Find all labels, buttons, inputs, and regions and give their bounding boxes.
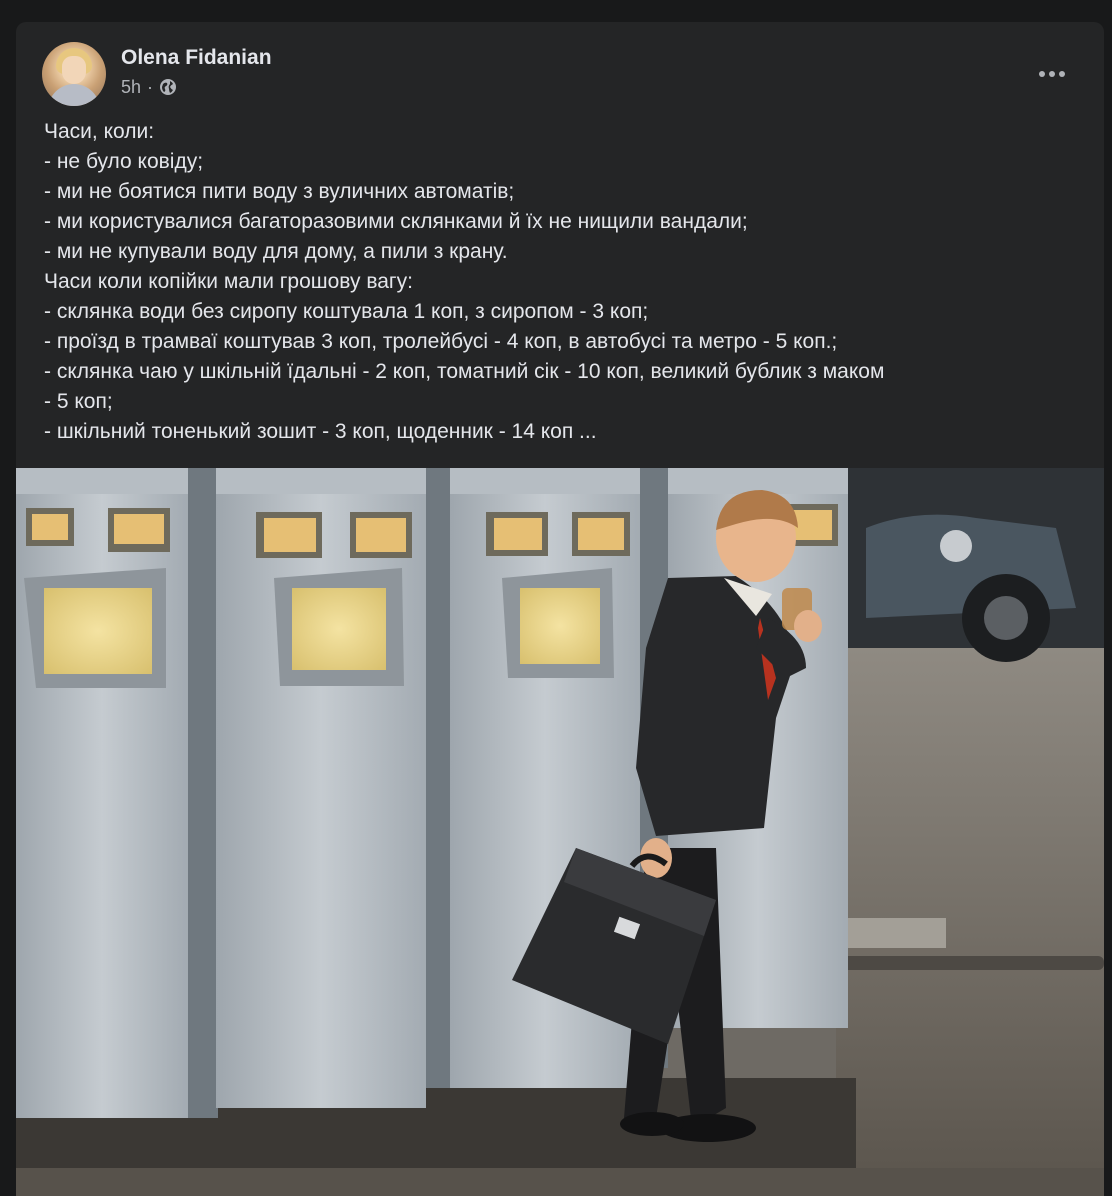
photo-illustration [16, 468, 1104, 1196]
vending-machine [16, 468, 188, 1118]
background-truck [846, 468, 1104, 662]
vending-machine [216, 468, 426, 1108]
author-avatar[interactable] [42, 42, 106, 106]
post-line: - не було ковіду; [44, 150, 204, 173]
post-text: Часи, коли: - не було ковіду; - ми не бо… [44, 117, 1094, 447]
more-options-button[interactable] [1034, 56, 1070, 92]
post-line: Часи, коли: [44, 120, 155, 143]
post-line: - 5 коп; [44, 390, 113, 413]
post-line: Часи коли копійки мали грошову вагу: [44, 270, 413, 293]
post-line: - ми не боятися пити воду з вуличних авт… [44, 180, 515, 203]
post-line: - склянка води без сиропу коштувала 1 ко… [44, 300, 649, 323]
globe-icon[interactable] [159, 78, 177, 96]
post-header: Olena Fidanian 5h · [42, 42, 1072, 106]
meta-separator: · [147, 76, 154, 97]
post-line: - ми не купували воду для дому, а пили з… [44, 240, 508, 263]
post-card: Olena Fidanian 5h · Часи, коли: - не бул… [16, 22, 1104, 1196]
avatar-shoulders [48, 84, 100, 106]
avatar-face [62, 56, 86, 84]
more-horizontal-icon [1039, 71, 1065, 77]
post-meta: 5h · [121, 76, 177, 98]
post-line: - шкільний тоненький зошит - 3 коп, щоде… [44, 420, 597, 443]
post-time[interactable]: 5h [121, 77, 141, 98]
post-line: - склянка чаю у шкільній їдальні - 2 коп… [44, 360, 885, 383]
author-name[interactable]: Olena Fidanian [121, 46, 272, 70]
post-line: - проїзд в трамваї коштував 3 коп, троле… [44, 330, 838, 353]
post-line: - ми користувалися багаторазовими склянк… [44, 210, 748, 233]
post-photo[interactable] [16, 468, 1104, 1196]
